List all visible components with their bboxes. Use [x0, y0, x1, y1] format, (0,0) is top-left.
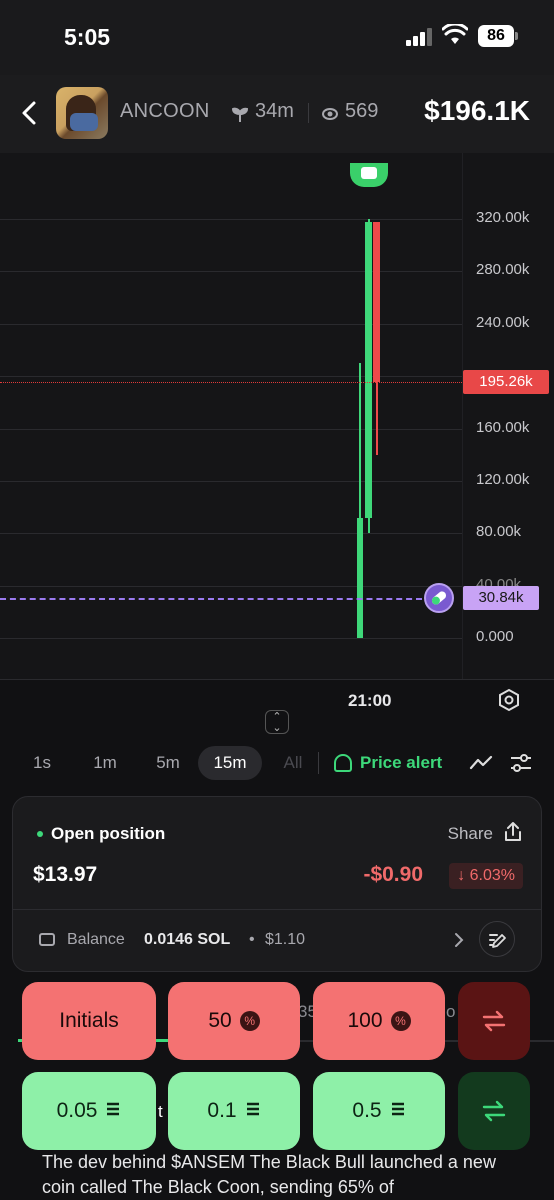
token-avatar[interactable] — [56, 87, 108, 139]
y-axis-label: 80.00k — [476, 523, 522, 541]
swap-buy-button[interactable] — [458, 1072, 530, 1150]
entry-price-tag: 30.84k — [463, 585, 539, 610]
edit-presets-button[interactable] — [479, 921, 515, 957]
sell-100-label: 100 — [347, 1009, 383, 1032]
hidden-heading-text: t — [158, 1102, 163, 1121]
back-arrow-icon[interactable] — [16, 95, 44, 131]
balance-sol: 0.0146 SOL — [144, 931, 231, 948]
indicator-line-icon[interactable] — [468, 750, 494, 776]
price-alert-label: Price alert — [360, 753, 443, 772]
wallet-icon — [39, 933, 55, 946]
sell-initials-button[interactable]: Initials — [22, 982, 156, 1060]
chevron-right-icon[interactable] — [453, 931, 465, 949]
dev-marker-icon[interactable] — [350, 163, 388, 187]
viewer-count: 569 — [345, 100, 379, 122]
status-dot — [37, 831, 43, 837]
token-header: ANCOON 34m 569 $196.1K — [0, 75, 554, 153]
status-time: 5:05 — [64, 24, 111, 50]
y-axis-label: 280.00k — [476, 261, 530, 279]
buy-0.1-button[interactable]: 0.1 — [168, 1072, 300, 1150]
wifi-icon — [442, 24, 468, 44]
token-age: 34m — [255, 100, 294, 122]
position-title: Open position — [51, 824, 166, 843]
solana-icon — [107, 1102, 120, 1116]
pnl-percent-badge: ↓ 6.03% — [449, 863, 523, 889]
balance-separator: • — [249, 931, 255, 948]
timeframe-selector: 1s 1m 5m 15m All Price alert — [0, 746, 554, 782]
sell-50-label: 50 — [208, 1009, 232, 1032]
battery-indicator: 86 — [478, 25, 518, 47]
token-ticker: ANCOON — [120, 100, 210, 122]
solana-icon — [246, 1102, 259, 1116]
buy-0.5-button[interactable]: 0.5 — [313, 1072, 445, 1150]
position-value: $13.97 — [33, 863, 98, 886]
y-axis-label: 320.00k — [476, 209, 530, 226]
sprout-icon — [232, 107, 248, 122]
buy-0.05-button[interactable]: 0.05 — [22, 1072, 156, 1150]
swap-arrows-icon — [482, 1100, 506, 1122]
buy-0.1-label: 0.1 — [207, 1099, 237, 1122]
current-price-line — [0, 382, 462, 384]
expand-chart-icon[interactable]: ⌃ ⌄ — [265, 710, 289, 734]
balance-usd: $1.10 — [265, 931, 306, 948]
candle-body[interactable] — [373, 221, 380, 383]
sell-100-percent-button[interactable]: 100% — [313, 982, 445, 1060]
candle-body[interactable] — [365, 221, 372, 518]
percent-icon: % — [239, 1011, 260, 1031]
timeframe-1s[interactable]: 1s — [26, 746, 58, 780]
edit-pencil-icon — [489, 934, 506, 948]
grid-line — [0, 533, 462, 535]
price-chart[interactable]: 0.000 40.00k 80.00k 120.00k 160.00k 240.00k 28… — [0, 153, 554, 679]
sell-initials-label: Initials — [59, 1009, 119, 1032]
price-alert-button[interactable]: Price alert — [334, 746, 442, 780]
grid-line — [0, 585, 462, 587]
grid-line — [0, 271, 462, 273]
timeframe-1m[interactable]: 1m — [88, 746, 122, 780]
balance-label: Balance — [67, 931, 125, 948]
y-axis-label: 0.000 — [476, 628, 514, 645]
share-icon[interactable] — [503, 821, 523, 843]
candle-body[interactable] — [357, 517, 363, 638]
current-price-tag: 195.26k — [463, 370, 549, 395]
bell-icon — [334, 754, 352, 772]
timeframe-5m[interactable]: 5m — [150, 746, 186, 780]
eye-icon — [322, 108, 338, 120]
timeframe-15m[interactable]: 15m — [198, 746, 262, 780]
chart-settings-icon[interactable] — [497, 688, 521, 712]
y-axis-label: 120.00k — [476, 470, 530, 488]
sell-50-percent-button[interactable]: 50% — [168, 982, 300, 1060]
swap-sell-button[interactable] — [458, 982, 530, 1060]
buy-0.05-label: 0.05 — [56, 1099, 98, 1122]
timeframe-all[interactable]: All — [278, 746, 308, 780]
hidden-tab-text-right: o — [446, 1002, 456, 1021]
grid-line — [0, 376, 462, 378]
grid-line — [0, 428, 462, 430]
grid-line — [0, 323, 462, 325]
grid-line — [0, 638, 462, 639]
token-description: The dev behind $ANSEM The Black Bull lau… — [42, 1152, 496, 1197]
y-axis-label: 160.00k — [476, 418, 530, 436]
percent-icon: % — [390, 1011, 411, 1031]
swap-arrows-icon — [482, 1010, 506, 1032]
pill-icon[interactable] — [424, 582, 454, 613]
share-button[interactable]: Share — [448, 824, 493, 844]
position-pnl: -$0.90 — [363, 863, 423, 886]
grid-line — [0, 219, 462, 220]
status-bar: 5:05 86 — [0, 0, 554, 75]
cellular-signal-icon — [406, 28, 432, 46]
entry-price-line — [0, 597, 422, 600]
buy-0.5-label: 0.5 — [352, 1099, 382, 1122]
solana-icon — [391, 1102, 404, 1116]
open-position-card: Open position Share $13.97 -$0.90 ↓ 6.03… — [12, 796, 542, 972]
time-tick-label: 21:00 — [348, 691, 392, 710]
sliders-icon[interactable] — [508, 750, 534, 776]
grid-line — [0, 480, 462, 482]
market-cap: $196.1K — [424, 95, 530, 126]
y-axis-label: 240.00k — [476, 313, 530, 331]
